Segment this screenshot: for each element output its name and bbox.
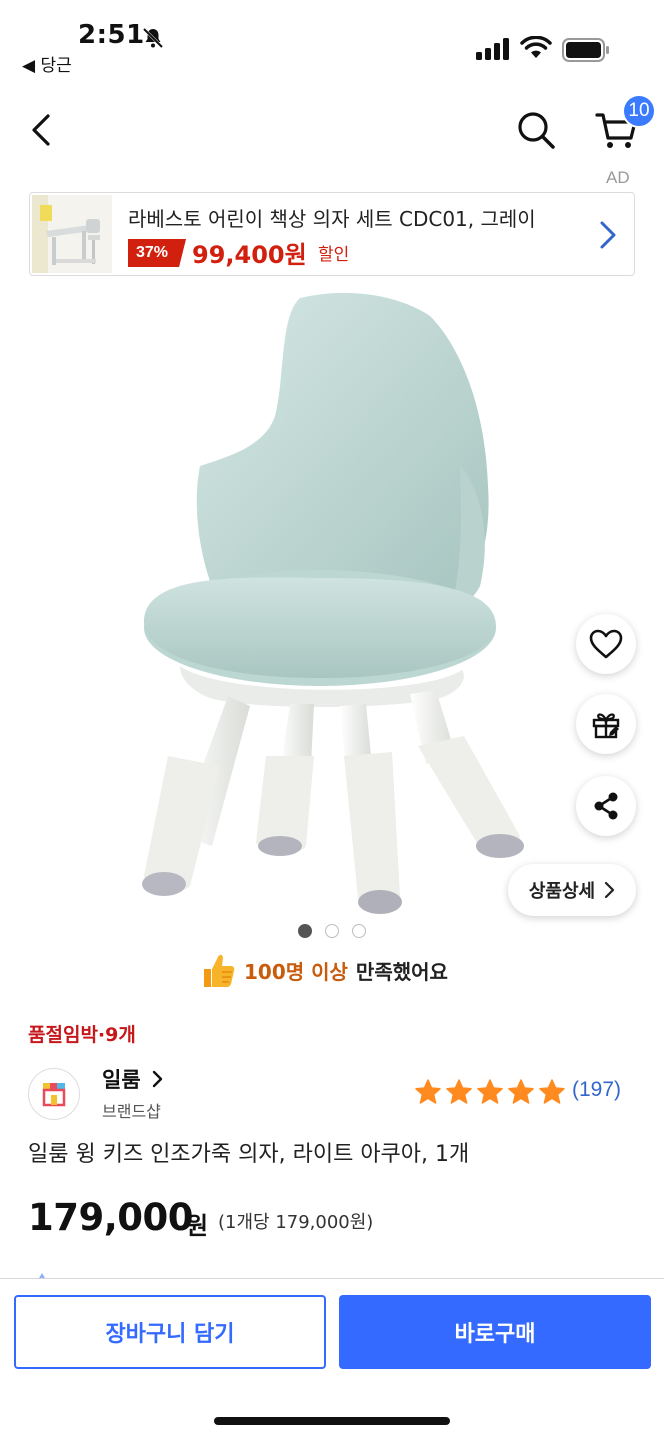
- gift-icon: [592, 713, 620, 739]
- brand-name: 일룸: [102, 1068, 141, 1092]
- chevron-right-icon: [152, 1070, 162, 1088]
- brand-name-link[interactable]: 일룸: [102, 1064, 163, 1094]
- star-icon: [446, 1079, 472, 1104]
- product-price: 179,000: [28, 1196, 194, 1239]
- product-detail-button[interactable]: 상품상세: [508, 864, 636, 916]
- share-icon: [594, 792, 618, 820]
- cart-count-badge: 10: [622, 94, 656, 128]
- signal-icon: [476, 38, 509, 60]
- star-icon: [539, 1079, 565, 1104]
- buy-now-button[interactable]: 바로구매: [339, 1295, 651, 1369]
- gift-button[interactable]: [576, 694, 636, 754]
- star-icon: [415, 1079, 441, 1104]
- thumbs-up-icon: [204, 954, 235, 987]
- satisfaction-count: 100명 이상: [244, 959, 348, 984]
- ad-price: 99,400원: [192, 241, 307, 269]
- star-icon: [477, 1079, 503, 1104]
- back-to-app-link[interactable]: ◀ 당근: [22, 51, 72, 76]
- bottom-action-bar: 장바구니 담기 바로구매: [0, 1278, 664, 1440]
- satisfaction-banner: 100명 이상 만족했어요: [200, 950, 448, 990]
- pagination-dot[interactable]: [325, 924, 339, 938]
- ad-title: 라베스토 어린이 책상 의자 세트 CDC01, 그레이: [128, 207, 536, 231]
- ad-thumbnail: [32, 195, 112, 273]
- ad-label: AD: [606, 168, 630, 187]
- pagination-dot[interactable]: [298, 924, 312, 938]
- brand-logo[interactable]: [28, 1068, 80, 1120]
- ad-discount-badge: 37%: [128, 239, 187, 267]
- review-count[interactable]: (197): [572, 1078, 621, 1102]
- unit-price: (1개당 179,000원): [218, 1212, 374, 1233]
- brand-shop-label: 브랜드샵: [102, 1102, 161, 1121]
- price-currency: 원: [186, 1212, 209, 1240]
- heart-icon: [589, 629, 623, 659]
- status-bar: 2:51 ◀ 당근: [0, 0, 664, 80]
- satisfaction-text: 만족했어요: [355, 959, 448, 984]
- product-detail-label: 상품상세: [528, 881, 596, 902]
- ad-sale-text: 할인: [318, 245, 350, 265]
- image-pagination: [298, 924, 366, 938]
- status-time: 2:51: [78, 20, 145, 50]
- low-stock-text: 품절임박·9개: [28, 1024, 136, 1046]
- bell-muted-icon: [142, 27, 164, 49]
- wishlist-button[interactable]: [576, 614, 636, 674]
- rating-stars[interactable]: [414, 1078, 566, 1106]
- search-icon[interactable]: [514, 108, 558, 152]
- product-image[interactable]: [100, 286, 530, 936]
- star-icon: [508, 1079, 534, 1104]
- wifi-icon: [520, 36, 552, 58]
- brand-store-icon: [42, 1083, 66, 1107]
- product-title: 일룸 윙 키즈 인조가죽 의자, 라이트 아쿠아, 1개: [28, 1142, 470, 1167]
- pagination-dot[interactable]: [352, 924, 366, 938]
- add-to-cart-button[interactable]: 장바구니 담기: [14, 1295, 326, 1369]
- share-button[interactable]: [576, 776, 636, 836]
- battery-icon: [562, 38, 609, 62]
- ad-banner[interactable]: 라베스토 어린이 책상 의자 세트 CDC01, 그레이 37% 99,400원…: [29, 192, 635, 276]
- chevron-right-icon: [605, 881, 615, 899]
- chevron-right-icon: [600, 221, 616, 249]
- back-arrow-icon[interactable]: [24, 110, 60, 150]
- home-indicator[interactable]: [214, 1417, 450, 1425]
